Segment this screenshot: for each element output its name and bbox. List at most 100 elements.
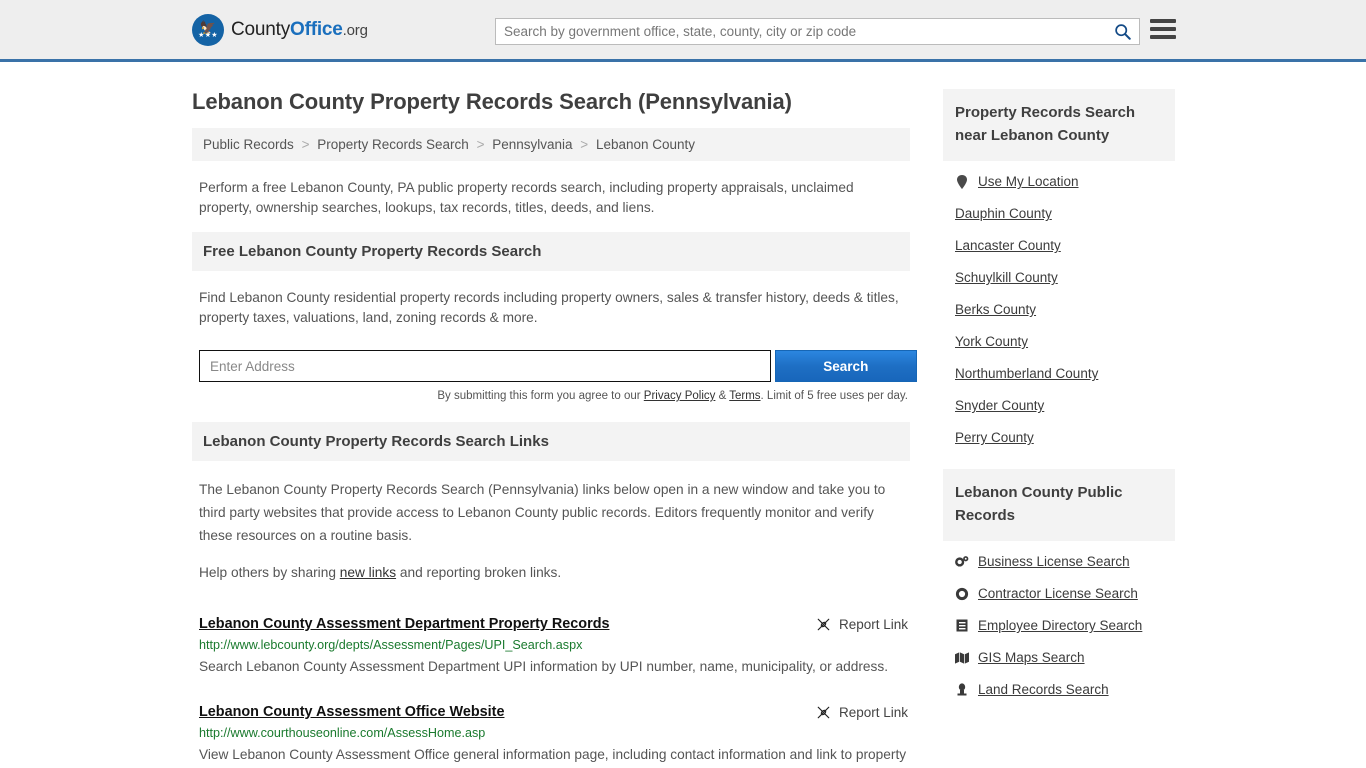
sidebar-link-label[interactable]: Schuylkill County xyxy=(955,270,1058,285)
intro-paragraph: Perform a free Lebanon County, PA public… xyxy=(199,180,854,215)
sidebar-public-records-heading: Lebanon County Public Records xyxy=(943,469,1175,541)
disclaimer-amp: & xyxy=(715,390,730,402)
terms-link[interactable]: Terms xyxy=(729,390,760,402)
broken-link-icon xyxy=(817,618,830,631)
global-search-box[interactable] xyxy=(495,18,1140,45)
sidebar-nearby-list: Use My Location Dauphin County Lancaster… xyxy=(943,161,1175,453)
report-link-button[interactable]: Report Link xyxy=(816,616,908,632)
logo-text-office: Office xyxy=(290,18,343,40)
sidebar-link-label[interactable]: Northumberland County xyxy=(955,366,1098,381)
sidebar-item-dauphin-county[interactable]: Dauphin County xyxy=(955,197,1175,229)
hamburger-menu-icon[interactable] xyxy=(1150,19,1176,39)
sidebar-item-schuylkill-county[interactable]: Schuylkill County xyxy=(955,261,1175,293)
gears-icon xyxy=(955,555,969,568)
breadcrumb-item-lebanon-county[interactable]: Lebanon County xyxy=(596,137,695,152)
link-result-url: http://www.lebcounty.org/depts/Assessmen… xyxy=(199,638,583,652)
link-result-item: Lebanon County Assessment Department Pro… xyxy=(192,605,910,679)
breadcrumb-separator: > xyxy=(476,137,485,152)
hamburger-bar xyxy=(1150,35,1176,39)
help-prefix: Help others by sharing xyxy=(199,565,340,580)
disclaimer-suffix: . Limit of 5 free uses per day. xyxy=(760,390,908,402)
free-search-description: Find Lebanon County residential property… xyxy=(199,290,899,325)
disclaimer-prefix: By submitting this form you agree to our xyxy=(437,390,644,402)
search-submit-button[interactable] xyxy=(1105,19,1139,44)
map-pin-icon xyxy=(955,174,969,189)
page-body: Lebanon County Property Records Search (… xyxy=(0,62,1366,768)
logo-text-county: County xyxy=(231,18,291,40)
sidebar-item-gis-maps-search[interactable]: GIS Maps Search xyxy=(955,641,1175,673)
help-share-line: Help others by sharing new links and rep… xyxy=(192,551,910,587)
address-input[interactable] xyxy=(199,350,771,382)
sidebar-item-perry-county[interactable]: Perry County xyxy=(955,421,1175,453)
link-result-description: Search Lebanon County Assessment Departm… xyxy=(199,659,889,674)
report-link-button[interactable]: Report Link xyxy=(816,704,908,720)
report-link-label: Report Link xyxy=(838,705,908,720)
search-input[interactable] xyxy=(496,19,1105,44)
form-disclaimer: By submitting this form you agree to our… xyxy=(192,390,910,402)
sidebar-item-berks-county[interactable]: Berks County xyxy=(955,293,1175,325)
links-section-paragraph: The Lebanon County Property Records Sear… xyxy=(199,482,886,543)
breadcrumb-separator: > xyxy=(301,137,310,152)
sidebar-item-northumberland-county[interactable]: Northumberland County xyxy=(955,357,1175,389)
sidebar-link-label[interactable]: Berks County xyxy=(955,302,1036,317)
sidebar-item-york-county[interactable]: York County xyxy=(955,325,1175,357)
link-result-item: Lebanon County Assessment Office Website… xyxy=(192,693,910,768)
sidebar-item-contractor-license-search[interactable]: Contractor License Search xyxy=(955,577,1175,609)
link-result-description: View Lebanon County Assessment Office ge… xyxy=(199,747,907,762)
sidebar-link-label[interactable]: Business License Search xyxy=(978,554,1130,569)
sidebar-nearby-heading: Property Records Search near Lebanon Cou… xyxy=(943,89,1175,161)
sidebar-link-label[interactable]: Snyder County xyxy=(955,398,1044,413)
land-marker-icon xyxy=(955,683,969,696)
sidebar-link-label[interactable]: Contractor License Search xyxy=(978,586,1138,601)
sidebar-item-use-my-location[interactable]: Use My Location xyxy=(955,165,1175,197)
broken-link-icon xyxy=(817,706,830,719)
link-result-title[interactable]: Lebanon County Assessment Office Website xyxy=(199,704,816,720)
free-search-heading: Free Lebanon County Property Records Sea… xyxy=(192,232,910,271)
address-search-form: Search xyxy=(199,350,917,382)
sidebar-link-label[interactable]: Employee Directory Search xyxy=(978,618,1142,633)
help-suffix: and reporting broken links. xyxy=(396,565,562,580)
sidebar-link-label[interactable]: Use My Location xyxy=(978,174,1079,189)
sidebar-link-label[interactable]: Lancaster County xyxy=(955,238,1061,253)
address-search-button[interactable]: Search xyxy=(774,350,917,382)
breadcrumb-item-property-records-search[interactable]: Property Records Search xyxy=(317,137,469,152)
sidebar-item-land-records-search[interactable]: Land Records Search xyxy=(955,673,1175,705)
sidebar-link-label[interactable]: GIS Maps Search xyxy=(978,650,1085,665)
report-link-label: Report Link xyxy=(838,617,908,632)
main-column: Lebanon County Property Records Search (… xyxy=(192,62,917,768)
logo-text: CountyOffice.org xyxy=(231,19,368,41)
hamburger-bar xyxy=(1150,27,1176,31)
privacy-policy-link[interactable]: Privacy Policy xyxy=(644,390,716,402)
sidebar-link-label[interactable]: Dauphin County xyxy=(955,206,1052,221)
search-icon xyxy=(1114,24,1131,40)
logo-text-org: .org xyxy=(342,21,368,39)
sidebar-item-snyder-county[interactable]: Snyder County xyxy=(955,389,1175,421)
links-section-heading: Lebanon County Property Records Search L… xyxy=(192,422,910,461)
sidebar-item-employee-directory-search[interactable]: Employee Directory Search xyxy=(955,609,1175,641)
link-result-url: http://www.courthouseonline.com/AssessHo… xyxy=(199,726,486,740)
sidebar-nearby-block: Property Records Search near Lebanon Cou… xyxy=(943,89,1175,453)
sidebar-link-label[interactable]: York County xyxy=(955,334,1028,349)
new-links-link[interactable]: new links xyxy=(340,565,396,580)
breadcrumb-item-public-records[interactable]: Public Records xyxy=(203,137,294,152)
sidebar: Property Records Search near Lebanon Cou… xyxy=(943,62,1175,768)
sidebar-public-records-list: Business License Search Contractor Licen… xyxy=(943,541,1175,705)
sidebar-item-lancaster-county[interactable]: Lancaster County xyxy=(955,229,1175,261)
link-result-header: Lebanon County Assessment Office Website… xyxy=(199,704,908,720)
site-header: 🦅 ★★★ CountyOffice.org xyxy=(0,0,1366,62)
hamburger-bar xyxy=(1150,19,1176,23)
breadcrumb-separator: > xyxy=(580,137,589,152)
gear-icon xyxy=(955,587,969,601)
sidebar-link-label[interactable]: Land Records Search xyxy=(978,682,1109,697)
link-result-title[interactable]: Lebanon County Assessment Department Pro… xyxy=(199,616,816,632)
sidebar-item-business-license-search[interactable]: Business License Search xyxy=(955,545,1175,577)
site-logo[interactable]: 🦅 ★★★ CountyOffice.org xyxy=(192,13,368,46)
list-card-icon xyxy=(955,619,969,632)
sidebar-link-label[interactable]: Perry County xyxy=(955,430,1034,445)
link-result-header: Lebanon County Assessment Department Pro… xyxy=(199,616,908,632)
eagle-seal-icon: 🦅 ★★★ xyxy=(192,13,224,46)
page-title: Lebanon County Property Records Search (… xyxy=(192,89,792,114)
breadcrumb-item-pennsylvania[interactable]: Pennsylvania xyxy=(492,137,572,152)
breadcrumb: Public Records > Property Records Search… xyxy=(192,128,910,161)
map-icon xyxy=(955,651,969,664)
